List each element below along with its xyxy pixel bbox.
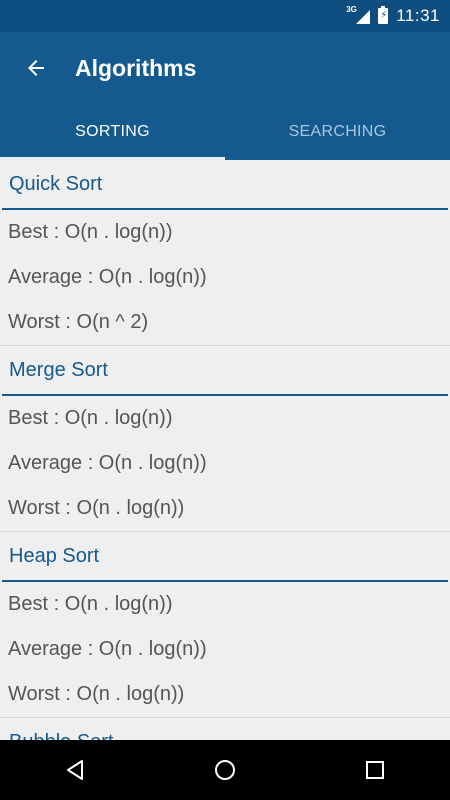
nav-back-button[interactable] — [45, 740, 105, 800]
section-quick-sort: Quick Sort Best : O(n . log(n)) Average … — [0, 160, 450, 346]
back-button[interactable] — [0, 32, 72, 104]
signal-icon: 3G — [346, 5, 371, 25]
list-item: Worst : O(n . log(n)) — [8, 683, 185, 705]
section-header: Quick Sort — [2, 160, 448, 210]
battery-icon: ⚡ — [378, 6, 389, 24]
list-item: Best : O(n . log(n)) — [8, 221, 173, 243]
section-title: Merge Sort — [9, 358, 108, 381]
algorithm-list[interactable]: Quick Sort Best : O(n . log(n)) Average … — [0, 160, 450, 740]
list-item: Worst : O(n . log(n)) — [8, 497, 185, 519]
section-header: Heap Sort — [2, 532, 448, 582]
section-title: Heap Sort — [9, 544, 100, 567]
section-title: Bubble Sort — [9, 731, 114, 741]
nav-home-button[interactable] — [195, 740, 255, 800]
section-header: Merge Sort — [2, 346, 448, 396]
list-item: Average : O(n . log(n)) — [8, 266, 207, 288]
list-item: Best : O(n . log(n)) — [8, 593, 173, 615]
list-item: Average : O(n . log(n)) — [8, 452, 207, 474]
list-item: Worst : O(n ^ 2) — [8, 311, 149, 333]
section-title: Quick Sort — [9, 172, 103, 195]
status-bar: 3G ⚡ 11:31 — [0, 0, 450, 32]
tab-searching[interactable]: SEARCHING — [225, 104, 450, 160]
square-recents-icon — [366, 761, 384, 779]
section-bubble-sort: Bubble Sort — [0, 718, 450, 741]
tab-sorting[interactable]: SORTING — [0, 104, 225, 160]
arrow-back-icon — [28, 60, 44, 76]
section-heap-sort: Heap Sort Best : O(n . log(n)) Average :… — [0, 532, 450, 718]
nav-recents-button[interactable] — [345, 740, 405, 800]
section-header: Bubble Sort — [2, 718, 448, 741]
list-item: Best : O(n . log(n)) — [8, 407, 173, 429]
section-merge-sort: Merge Sort Best : O(n . log(n)) Average … — [0, 346, 450, 532]
circle-home-icon — [215, 760, 235, 780]
status-time: 11:31 — [396, 6, 440, 25]
tab-bar: SORTING SEARCHING — [0, 104, 450, 160]
app-bar: Algorithms — [0, 32, 450, 104]
list-item: Average : O(n . log(n)) — [8, 638, 207, 660]
navigation-bar — [0, 740, 450, 800]
page-title: Algorithms — [75, 54, 197, 81]
triangle-back-icon — [67, 760, 83, 780]
